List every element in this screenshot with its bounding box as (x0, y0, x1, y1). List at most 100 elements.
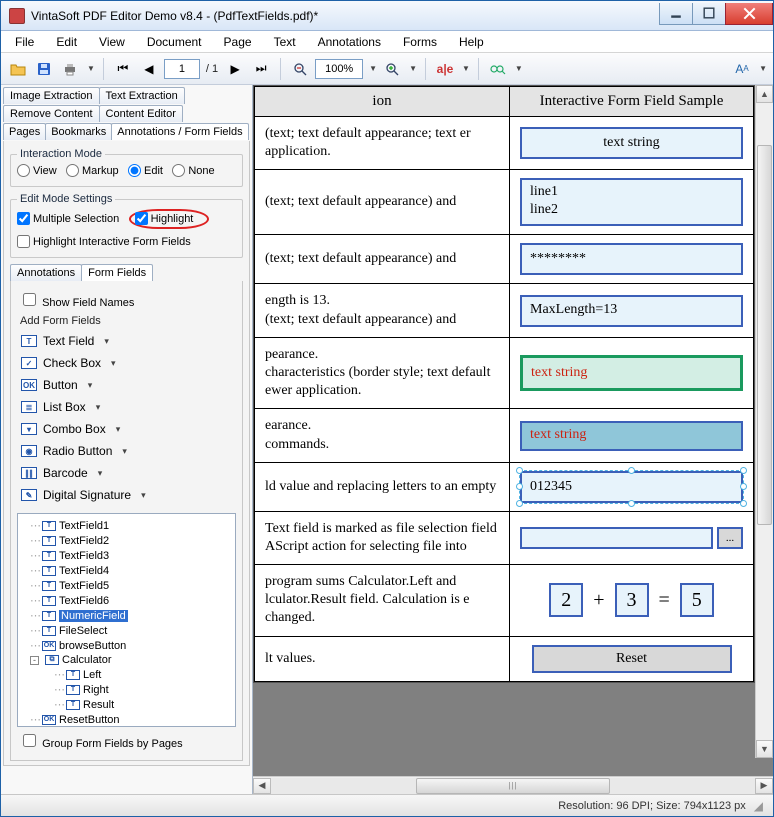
check-highlight-interactive-form-fields[interactable]: Highlight Interactive Form Fields (17, 235, 191, 248)
text-edit-dropdown-icon[interactable]: ▼ (462, 64, 470, 73)
check-multiple-selection[interactable]: Multiple Selection (17, 212, 119, 225)
text-field-styled[interactable]: text string (520, 421, 743, 451)
text-field-styled[interactable]: text string (520, 355, 743, 391)
add-item-text-field[interactable]: TText Field▾ (17, 331, 236, 351)
zoom-mode-dropdown-icon[interactable]: ▼ (409, 64, 417, 73)
page-number-input[interactable] (164, 59, 200, 79)
calculator-result[interactable]: 5 (680, 583, 714, 617)
add-item-list-box[interactable]: ≣List Box▾ (17, 397, 236, 417)
browse-button[interactable]: ... (717, 527, 743, 549)
scroll-up-icon[interactable]: ▲ (756, 85, 773, 103)
field-type-icon: T (42, 521, 56, 531)
add-item-digital-signature[interactable]: ✎Digital Signature▾ (17, 485, 236, 505)
prev-page-icon[interactable]: ◀ (138, 58, 160, 80)
scroll-down-icon[interactable]: ▼ (756, 740, 773, 758)
radio-edit[interactable]: Edit (128, 164, 163, 177)
fields-tree[interactable]: ⋯TTextField1⋯TTextField2⋯TTextField3⋯TTe… (17, 513, 236, 727)
left-panel: Image Extraction Text Extraction Remove … (1, 85, 253, 794)
scroll-right-icon[interactable]: ▶ (755, 778, 773, 794)
horizontal-scrollbar[interactable]: ◀ ||| ▶ (253, 776, 773, 794)
last-page-icon[interactable]: ⏭ (250, 58, 272, 80)
numeric-field-selected[interactable]: 012345 (520, 471, 743, 503)
text-field[interactable]: text string (520, 127, 743, 159)
text-field[interactable]: MaxLength=13 (520, 295, 743, 327)
tree-item-calculator[interactable]: -⧉Calculator (20, 653, 233, 667)
menu-annotations[interactable]: Annotations (314, 33, 385, 51)
file-path-input[interactable] (520, 527, 713, 549)
font-tool-dropdown-icon[interactable]: ▼ (759, 64, 767, 73)
calculator-right[interactable]: 3 (615, 583, 649, 617)
zoom-input[interactable] (315, 59, 363, 79)
add-item-barcode[interactable]: ∥∥Barcode▾ (17, 463, 236, 483)
save-icon[interactable] (33, 58, 55, 80)
reset-button[interactable]: Reset (532, 645, 732, 673)
horizontal-scroll-thumb[interactable]: ||| (416, 778, 610, 794)
edit-mode-legend: Edit Mode Settings (17, 193, 115, 205)
tree-item-result[interactable]: ⋯TResult (20, 697, 233, 712)
tree-expander-icon[interactable]: - (30, 656, 39, 665)
zoom-in-icon[interactable] (381, 58, 403, 80)
tab-remove-content[interactable]: Remove Content (3, 105, 100, 122)
tree-item-fileselect[interactable]: ⋯TFileSelect (20, 623, 233, 638)
text-edit-icon[interactable]: a|e (434, 58, 456, 80)
maximize-button[interactable] (692, 3, 726, 25)
radio-markup[interactable]: Markup (66, 164, 119, 177)
menu-edit[interactable]: Edit (52, 33, 81, 51)
close-button[interactable] (725, 3, 773, 25)
tree-item-textfield6[interactable]: ⋯TTextField6 (20, 593, 233, 608)
open-icon[interactable] (7, 58, 29, 80)
calculator-left[interactable]: 2 (549, 583, 583, 617)
tree-item-textfield2[interactable]: ⋯TTextField2 (20, 533, 233, 548)
tree-item-textfield3[interactable]: ⋯TTextField3 (20, 548, 233, 563)
find-dropdown-icon[interactable]: ▼ (515, 64, 523, 73)
find-icon[interactable] (487, 58, 509, 80)
tree-item-resetbutton[interactable]: ⋯OKResetButton (20, 712, 233, 727)
add-item-radio-button[interactable]: ◉Radio Button▾ (17, 441, 236, 461)
scroll-left-icon[interactable]: ◀ (253, 778, 271, 794)
tree-item-browsebutton[interactable]: ⋯OKbrowseButton (20, 638, 233, 653)
tree-item-left[interactable]: ⋯TLeft (20, 667, 233, 682)
menu-file[interactable]: File (11, 33, 38, 51)
menu-page[interactable]: Page (220, 33, 256, 51)
subtab-form-fields[interactable]: Form Fields (81, 264, 153, 281)
radio-view[interactable]: View (17, 164, 57, 177)
next-page-icon[interactable]: ▶ (224, 58, 246, 80)
add-item-combo-box[interactable]: ▾Combo Box▾ (17, 419, 236, 439)
add-item-check-box[interactable]: ✓Check Box▾ (17, 353, 236, 373)
text-field[interactable]: ******** (520, 243, 743, 275)
font-tool-icon[interactable]: AA (731, 58, 753, 80)
add-item-button[interactable]: OKButton▾ (17, 375, 236, 395)
vertical-scrollbar[interactable]: ▲ ▼ (755, 85, 773, 758)
check-show-field-names[interactable]: Show Field Names (19, 290, 134, 309)
tree-item-textfield5[interactable]: ⋯TTextField5 (20, 578, 233, 593)
zoom-out-icon[interactable] (289, 58, 311, 80)
menu-document[interactable]: Document (143, 33, 206, 51)
check-highlight[interactable]: Highlight (135, 212, 194, 225)
tree-item-right[interactable]: ⋯TRight (20, 682, 233, 697)
first-page-icon[interactable]: ⏮ (112, 58, 134, 80)
document-viewport[interactable]: ion Interactive Form Field Sample (text;… (253, 85, 773, 776)
tab-text-extraction[interactable]: Text Extraction (99, 87, 185, 104)
menu-help[interactable]: Help (455, 33, 488, 51)
tree-item-textfield4[interactable]: ⋯TTextField4 (20, 563, 233, 578)
zoom-dropdown-icon[interactable]: ▼ (369, 64, 377, 73)
vertical-scroll-thumb[interactable] (757, 145, 772, 525)
menu-text[interactable]: Text (270, 33, 300, 51)
toolbar-dropdown-icon[interactable]: ▼ (87, 64, 95, 73)
tab-annotations-form-fields[interactable]: Annotations / Form Fields (111, 123, 248, 140)
tab-image-extraction[interactable]: Image Extraction (3, 87, 100, 104)
tab-content-editor[interactable]: Content Editor (99, 105, 183, 122)
tab-bookmarks[interactable]: Bookmarks (45, 123, 112, 140)
menu-forms[interactable]: Forms (399, 33, 441, 51)
tree-item-textfield1[interactable]: ⋯TTextField1 (20, 518, 233, 533)
resize-grip-icon[interactable]: ◢ (754, 799, 763, 813)
tree-item-numericfield[interactable]: ⋯TNumericField (20, 608, 233, 623)
minimize-button[interactable] (659, 3, 693, 25)
radio-none[interactable]: None (172, 164, 214, 177)
print-icon[interactable] (59, 58, 81, 80)
tab-pages[interactable]: Pages (3, 123, 46, 140)
check-group-form-fields-by-pages[interactable]: Group Form Fields by Pages (19, 731, 183, 750)
menu-view[interactable]: View (95, 33, 129, 51)
subtab-annotations[interactable]: Annotations (10, 264, 82, 281)
multiline-text-field[interactable]: line1line2 (520, 178, 743, 226)
